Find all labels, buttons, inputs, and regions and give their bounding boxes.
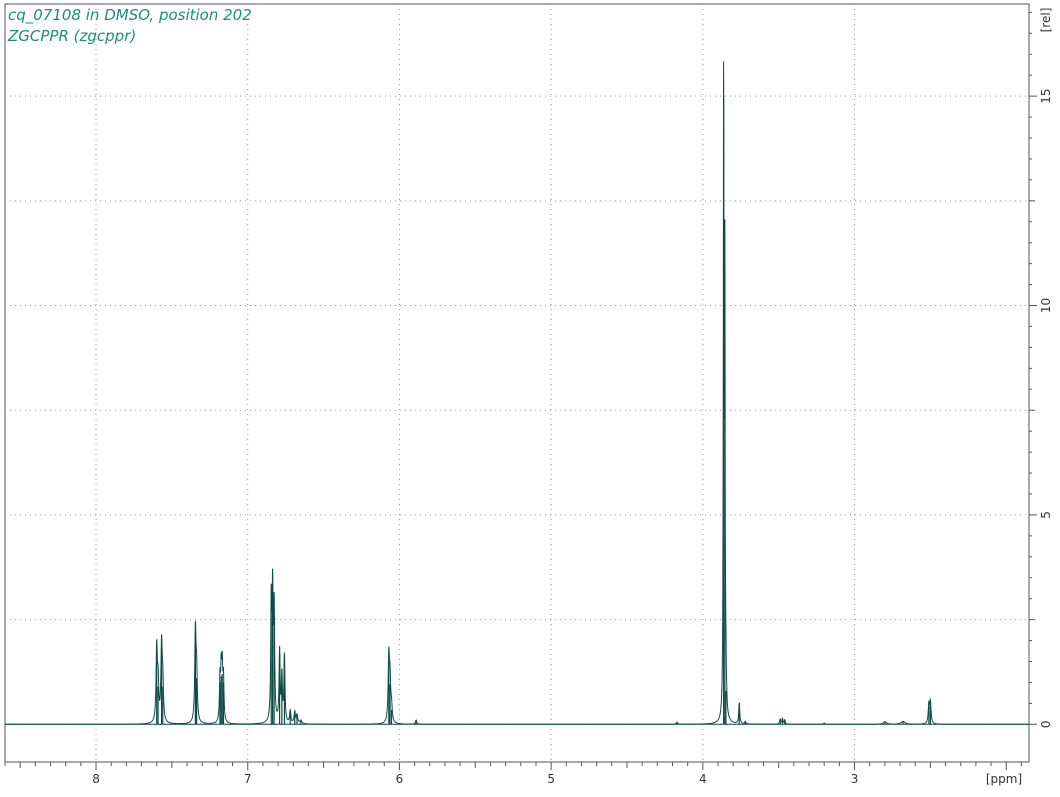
y-tick-label: 5 (1039, 511, 1053, 519)
spectrum-subtitle: ZGCPPR (zgcppr) (8, 27, 137, 45)
x-axis-unit: [ppm] (986, 772, 1022, 786)
spectrum-trace (5, 61, 1029, 725)
nmr-spectrum-chart: 8 7 6 5 4 3 [ppm] 0 5 10 15 [rel] (0, 0, 1060, 793)
spectrum-title: cq_07108 in DMSO, position 202 (8, 6, 252, 24)
spectrum-plot: 8 7 6 5 4 3 [ppm] 0 5 10 15 [rel] (4, 3, 1053, 786)
x-tick-label: 5 (547, 772, 555, 786)
y-axis-unit: [rel] (1039, 8, 1053, 33)
x-tick-label: 7 (244, 772, 252, 786)
x-tick-label: 4 (699, 772, 707, 786)
y-tick-label: 0 (1039, 720, 1053, 728)
plot-frame (4, 3, 1030, 763)
y-tick-label: 10 (1039, 298, 1053, 313)
x-tick-label: 3 (851, 772, 859, 786)
y-tick-label: 15 (1039, 88, 1053, 103)
x-tick-label: 6 (396, 772, 404, 786)
x-tick-label: 8 (92, 772, 100, 786)
